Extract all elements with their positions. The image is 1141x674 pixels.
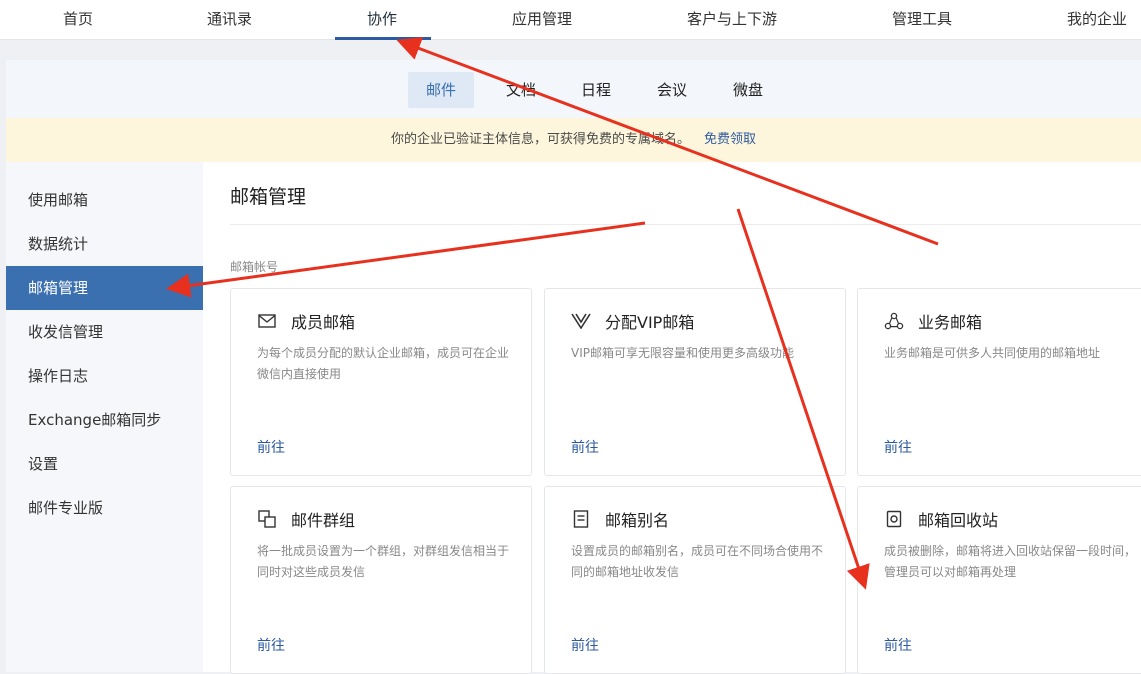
sidebar-item-statistics[interactable]: 数据统计	[6, 222, 203, 266]
sidebar-item-settings[interactable]: 设置	[6, 442, 203, 486]
card-description: 设置成员的邮箱别名，成员可在不同场合使用不同的邮箱地址收发信	[571, 544, 824, 579]
card-vip-mailbox: 分配VIP邮箱 VIP邮箱可享无限容量和使用更多高级功能 前往	[544, 288, 846, 476]
card-member-mailbox: 成员邮箱 为每个成员分配的默认企业邮箱，成员可在企业微信内直接使用 前往	[230, 288, 532, 476]
group-icon	[257, 509, 277, 529]
card-business-mailbox: 业务邮箱 业务邮箱是可供多人共同使用的邮箱地址 前往	[857, 288, 1141, 476]
sidebar-item-mailbox-management[interactable]: 邮箱管理	[6, 266, 203, 310]
sidebar-item-send-receive[interactable]: 收发信管理	[6, 310, 203, 354]
domain-notice-banner: 你的企业已验证主体信息，可获得免费的专属域名。 免费领取	[6, 118, 1141, 162]
tab-mail[interactable]: 邮件	[408, 72, 475, 108]
goto-link[interactable]: 前往	[257, 635, 285, 655]
card-title: 邮件群组	[291, 511, 356, 530]
sidebar-item-mail-pro[interactable]: 邮件专业版	[6, 486, 203, 530]
card-mailbox-alias: 邮箱别名 设置成员的邮箱别名，成员可在不同场合使用不同的邮箱地址收发信 前往	[544, 486, 846, 674]
page-title: 邮箱管理	[230, 186, 307, 208]
nav-management-tools[interactable]: 管理工具	[892, 0, 952, 40]
card-description: 将一批成员设置为一个群组，对群组发信相当于同时对这些成员发信	[257, 544, 510, 579]
recycle-icon	[884, 509, 904, 529]
nav-app-management[interactable]: 应用管理	[512, 0, 572, 40]
card-title: 邮箱回收站	[918, 511, 999, 530]
sub-navigation: 邮件 文档 日程 会议 微盘	[6, 60, 1141, 118]
goto-link[interactable]: 前往	[884, 635, 912, 655]
alias-icon	[571, 509, 591, 529]
tab-calendar[interactable]: 日程	[563, 72, 629, 108]
tab-drive[interactable]: 微盘	[715, 72, 781, 108]
envelope-icon	[257, 311, 277, 331]
vip-icon	[571, 311, 591, 331]
card-title: 邮箱别名	[605, 511, 670, 530]
notice-text: 你的企业已验证主体信息，可获得免费的专属域名。	[390, 132, 690, 147]
card-mailbox-recycle-bin: 邮箱回收站 成员被删除，邮箱将进入回收站保留一段时间，管理员可以对邮箱再处理 前…	[857, 486, 1141, 674]
sidebar: 使用邮箱 数据统计 邮箱管理 收发信管理 操作日志 Exchange邮箱同步 设…	[6, 162, 203, 672]
card-description: 业务邮箱是可供多人共同使用的邮箱地址	[884, 346, 1101, 360]
tab-meeting[interactable]: 会议	[639, 72, 705, 108]
card-description: 成员被删除，邮箱将进入回收站保留一段时间，管理员可以对邮箱再处理	[884, 544, 1137, 579]
free-claim-link[interactable]: 免费领取	[704, 132, 756, 147]
nav-home[interactable]: 首页	[63, 0, 93, 40]
nav-my-enterprise[interactable]: 我的企业	[1067, 0, 1127, 40]
business-icon	[884, 311, 904, 331]
card-mail-group: 邮件群组 将一批成员设置为一个群组，对群组发信相当于同时对这些成员发信 前往	[230, 486, 532, 674]
sidebar-item-exchange-sync[interactable]: Exchange邮箱同步	[6, 398, 203, 442]
sidebar-item-use-mailbox[interactable]: 使用邮箱	[6, 178, 203, 222]
nav-collaboration[interactable]: 协作	[367, 0, 397, 40]
card-title: 业务邮箱	[918, 313, 983, 332]
content-area: 邮箱管理 邮箱帐号 成员邮箱 为每个成员分配的默认企业邮箱，成员可在企业微信内直…	[203, 162, 1141, 674]
nav-contacts[interactable]: 通讯录	[207, 0, 252, 40]
active-nav-indicator	[335, 37, 431, 40]
card-description: 为每个成员分配的默认企业邮箱，成员可在企业微信内直接使用	[257, 346, 510, 381]
main-panel: 邮件 文档 日程 会议 微盘 你的企业已验证主体信息，可获得免费的专属域名。 免费…	[6, 60, 1141, 674]
title-divider	[230, 224, 1141, 225]
top-navigation: 首页 通讯录 协作 应用管理 客户与上下游 管理工具 我的企业	[0, 0, 1141, 40]
card-description: VIP邮箱可享无限容量和使用更多高级功能	[571, 346, 794, 360]
sidebar-item-operation-log[interactable]: 操作日志	[6, 354, 203, 398]
goto-link[interactable]: 前往	[884, 437, 912, 457]
goto-link[interactable]: 前往	[257, 437, 285, 457]
section-label: 邮箱帐号	[230, 260, 279, 274]
tab-docs[interactable]: 文档	[488, 72, 554, 108]
card-title: 成员邮箱	[291, 313, 356, 332]
goto-link[interactable]: 前往	[571, 635, 599, 655]
card-title: 分配VIP邮箱	[605, 313, 695, 332]
nav-customers-partners[interactable]: 客户与上下游	[687, 0, 777, 40]
goto-link[interactable]: 前往	[571, 437, 599, 457]
